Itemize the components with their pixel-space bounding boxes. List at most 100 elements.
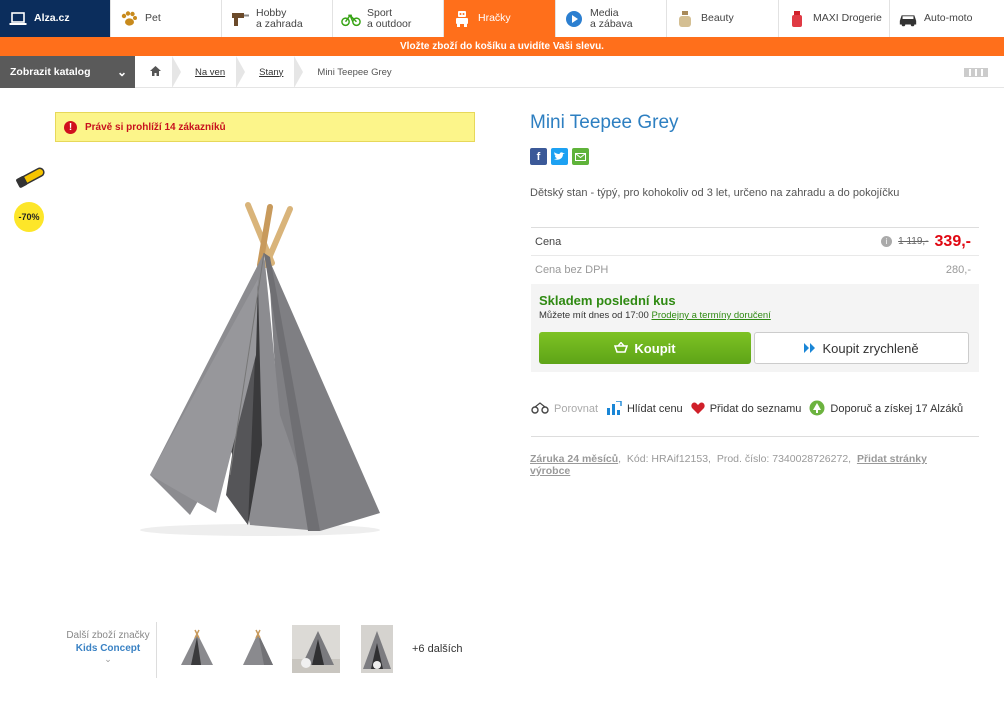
chevron-down-icon: ⌄ [104,654,112,664]
nav-item-beauty[interactable]: Beauty [667,0,779,37]
catalog-button[interactable]: Zobrazit katalog ⌄ [0,56,135,88]
breadcrumb-link[interactable]: Stany [259,67,283,78]
breadcrumb-home[interactable] [140,56,181,88]
car-icon [898,10,918,28]
home-icon [150,65,161,79]
fast-buy-button[interactable]: Koupit zrychleně [754,332,969,364]
discount-badge: -70% [14,202,44,232]
catalog-label: Zobrazit katalog [10,66,91,78]
spray-icon [787,10,807,28]
facebook-icon[interactable]: f [530,148,547,165]
compare-label: Porovnat [554,403,599,415]
nav-item-alza[interactable]: Alza.cz [0,0,111,37]
robot-icon [452,10,472,28]
nav-item-hobby[interactable]: Hobby a zahrada [222,0,333,37]
email-icon[interactable] [572,148,589,165]
product-actions: Porovnat Hlídat cenu Přidat do seznamu D… [531,399,979,419]
bicycle-icon [341,10,361,28]
brand-box[interactable]: Další zboží značky Kids Concept ⌄ [60,630,156,665]
nav-label: Hračky [478,12,511,24]
product-image[interactable] [130,195,390,540]
exclamation-icon: ! [64,120,77,134]
chevron-down-icon: ⌄ [116,65,127,79]
brand-caption: Další zboží značky [66,630,150,641]
basket-icon [614,340,629,356]
product-title: Mini Teepee Grey [530,112,679,133]
product-description: Dětský stan - týpý, pro kohokoliv od 3 l… [530,187,900,199]
delivery-text: Můžete mít dnes od 17:00 [539,310,649,321]
product-number: Prod. číslo: 7340028726272, [716,453,852,465]
stock-status: Skladem poslední kus [539,293,676,308]
info-icon[interactable]: i [881,236,893,247]
nav-item-sport[interactable]: Sport a outdoor [333,0,444,37]
nav-label: Hobby a zahrada [256,6,303,30]
breadcrumb-link[interactable]: Na ven [195,67,225,78]
price-nodph-label: Cena bez DPH [535,264,609,276]
price-nodph-value: 280,- [945,264,971,276]
top-category-nav: Alza.cz Pet Hobby a zahrada Sport a outd… [0,0,1004,37]
buy-button[interactable]: Koupit [539,332,751,364]
twitter-icon[interactable] [551,148,568,165]
chainsaw-icon [14,163,48,191]
recommend-action[interactable]: Doporuč a získej 17 Alzáků [809,400,963,419]
paw-icon [119,10,139,28]
drill-icon [230,10,250,28]
viewers-text: Právě si prohlíží 14 zákazníků [85,121,226,133]
tree-icon [809,400,825,419]
nav-label: Pet [145,12,161,24]
recommend-label: Doporuč a získej 17 Alzáků [830,403,964,415]
breadcrumb-item-stany[interactable]: Stany [245,56,304,88]
share-buttons: f [530,148,589,165]
nav-label: Sport a outdoor [367,6,412,30]
buy-label: Koupit [634,340,676,356]
viewers-alert: ! Právě si prohlíží 14 zákazníků [55,112,475,142]
delivery-info: Můžete mít dnes od 17:00 Prodejny a term… [539,310,771,321]
nav-item-media[interactable]: Media a zábava [556,0,667,37]
watch-price-action[interactable]: Hlídat cenu [606,399,683,418]
nav-label: MAXI Drogerie [813,12,882,24]
price-nodph-row: Cena bez DPH 280,- [531,256,979,284]
nav-label: Media a zábava [590,6,633,30]
fast-buy-label: Koupit zrychleně [822,340,919,356]
price-box: Cena i 1 119,- 339,- Cena bez DPH 280,- [531,227,979,284]
divider [156,622,157,678]
more-thumbnails-link[interactable]: +6 dalších [412,643,462,655]
scale-icon [531,401,549,417]
nav-item-hracky[interactable]: Hračky [444,0,556,37]
product-code: Kód: HRAif12153, [626,453,711,465]
product-meta: Záruka 24 měsíců, Kód: HRAif12153, Prod.… [530,453,927,477]
breadcrumb: Na ven Stany Mini Teepee Grey [140,56,412,88]
nav-item-pet[interactable]: Pet [111,0,222,37]
watch-price-label: Hlídat cenu [627,403,683,415]
thumbnail[interactable] [292,625,340,673]
thumbnail[interactable] [353,625,401,673]
brand-name[interactable]: Kids Concept [60,643,156,654]
nav-label: Alza.cz [34,12,70,24]
barcode-icon[interactable] [964,68,988,77]
thumbnail[interactable] [173,625,221,673]
nav-item-drogerie[interactable]: MAXI Drogerie [779,0,890,37]
heart-icon [691,401,705,417]
breadcrumb-row: Zobrazit katalog ⌄ Na ven Stany Mini Tee… [0,56,1004,88]
stock-box: Skladem poslední kus Můžete mít dnes od … [531,284,979,372]
play-icon [564,10,584,28]
compare-action[interactable]: Porovnat [531,401,599,417]
breadcrumb-current: Mini Teepee Grey [317,66,392,78]
nav-label: Auto-moto [924,12,973,24]
promo-bar[interactable]: Vložte zboží do košíku a uvidíte Vaši sl… [0,37,1004,56]
price-row: Cena i 1 119,- 339,- [531,228,979,256]
add-to-list-label: Přidat do seznamu [709,403,802,415]
nav-label: Beauty [701,12,734,24]
thumbnail[interactable] [234,625,282,673]
warranty-link[interactable]: Záruka 24 měsíců [530,453,618,465]
delivery-link[interactable]: Prodejny a termíny doručení [651,310,770,321]
add-to-list-action[interactable]: Přidat do seznamu [691,401,802,417]
current-price: 339,- [934,232,971,250]
nav-item-auto[interactable]: Auto-moto [890,0,1004,37]
price-label: Cena [535,235,562,248]
laptop-icon [8,10,28,28]
double-chevron-right-icon [804,341,816,356]
price-chart-icon [606,399,622,418]
breadcrumb-item-na-ven[interactable]: Na ven [181,56,246,88]
cream-icon [675,10,695,28]
